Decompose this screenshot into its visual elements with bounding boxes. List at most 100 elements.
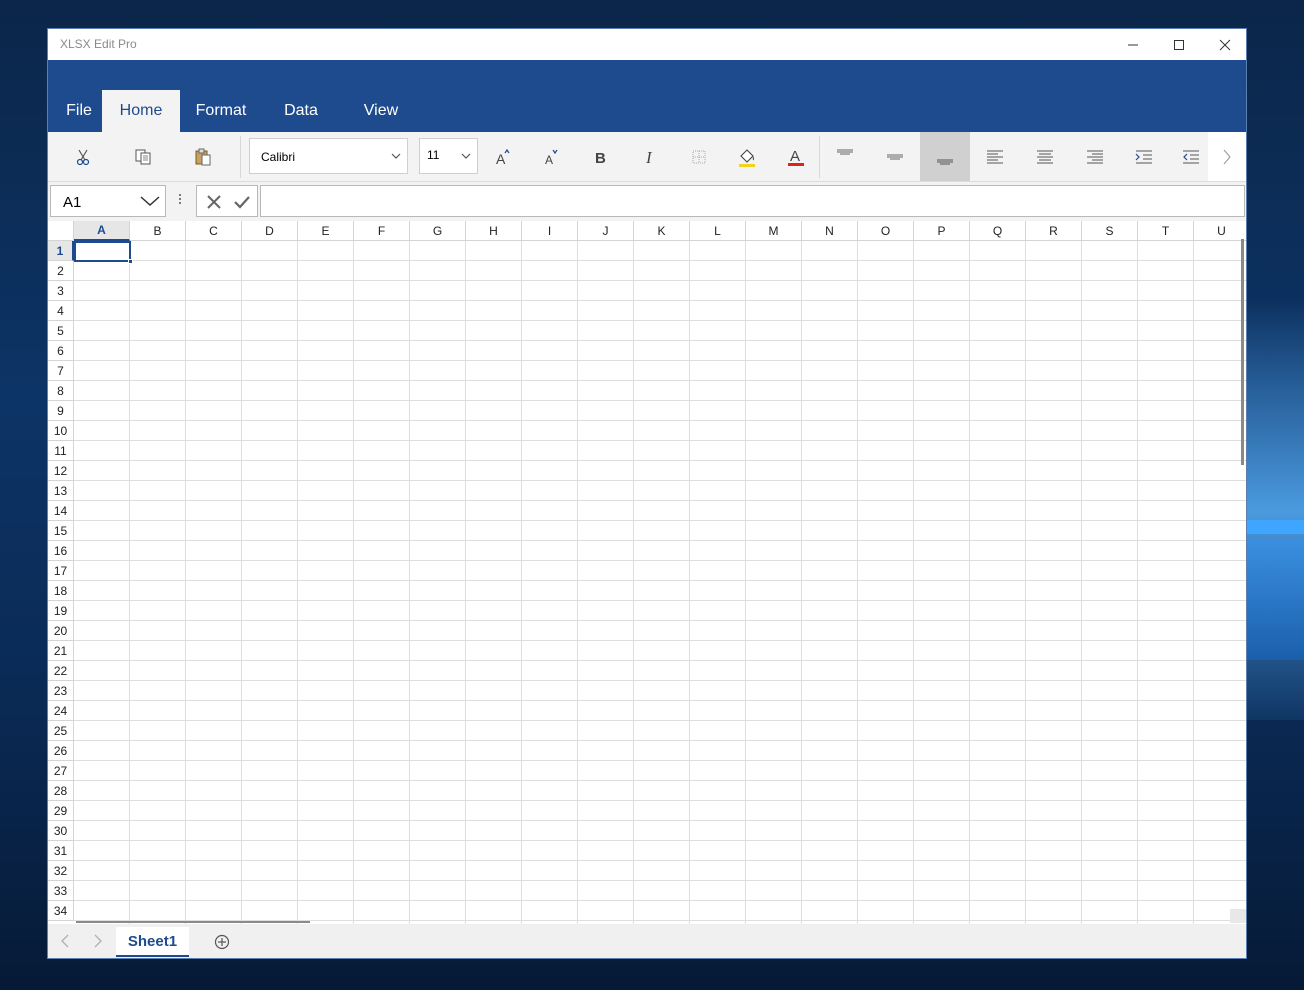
paste-button[interactable] [178, 132, 228, 181]
column-header[interactable]: Q [970, 221, 1026, 241]
row-header[interactable]: 19 [48, 601, 74, 621]
spreadsheet-grid[interactable]: ABCDEFGHIJKLMNOPQRSTU 1 2 3 4 5 6 7 8 9 10 11 12 13 1… [48, 221, 1246, 924]
align-top-button[interactable] [820, 132, 870, 181]
confirm-icon[interactable] [233, 194, 251, 210]
vertical-scrollbar[interactable] [1241, 239, 1244, 465]
select-all-corner[interactable] [48, 221, 74, 241]
formula-actions [196, 185, 258, 217]
column-header[interactable]: P [914, 221, 970, 241]
align-middle-button[interactable] [870, 132, 920, 181]
row-header[interactable]: 3 [48, 281, 74, 301]
row-header[interactable]: 23 [48, 681, 74, 701]
tab-format[interactable]: Format [182, 90, 260, 132]
row-header[interactable]: 9 [48, 401, 74, 421]
decrease-font-button[interactable]: A [526, 132, 576, 181]
row-header[interactable]: 13 [48, 481, 74, 501]
cell-grid[interactable] [74, 241, 1246, 924]
column-header[interactable]: M [746, 221, 802, 241]
tab-view[interactable]: View [342, 90, 420, 132]
column-header[interactable]: I [522, 221, 578, 241]
row-header[interactable]: 14 [48, 501, 74, 521]
column-header[interactable]: C [186, 221, 242, 241]
row-header[interactable]: 31 [48, 841, 74, 861]
column-header[interactable]: L [690, 221, 746, 241]
row-header[interactable]: 6 [48, 341, 74, 361]
row-header[interactable]: 18 [48, 581, 74, 601]
next-sheet-button[interactable] [86, 930, 110, 952]
column-header[interactable]: S [1082, 221, 1138, 241]
row-header[interactable]: 22 [48, 661, 74, 681]
row-header[interactable]: 27 [48, 761, 74, 781]
tab-home[interactable]: Home [102, 90, 180, 132]
column-header[interactable]: N [802, 221, 858, 241]
row-header[interactable]: 1 [48, 241, 74, 261]
align-center-button[interactable] [1020, 132, 1070, 181]
font-color-button[interactable]: A [771, 132, 821, 181]
toolbar-more-button[interactable] [1208, 132, 1246, 181]
sheet-tab-sheet1[interactable]: Sheet1 [116, 927, 189, 957]
row-header[interactable]: 7 [48, 361, 74, 381]
column-header[interactable]: H [466, 221, 522, 241]
minimize-button[interactable] [1110, 29, 1156, 60]
fill-color-button[interactable] [722, 132, 772, 181]
row-header[interactable]: 32 [48, 861, 74, 881]
column-header[interactable]: U [1194, 221, 1246, 241]
tab-file[interactable]: File [56, 90, 102, 132]
column-header[interactable]: A [74, 221, 130, 241]
column-header[interactable]: J [578, 221, 634, 241]
tab-data[interactable]: Data [262, 90, 340, 132]
increase-indent-button[interactable] [1119, 132, 1169, 181]
row-header[interactable]: 28 [48, 781, 74, 801]
maximize-button[interactable] [1156, 29, 1202, 60]
row-header[interactable]: 5 [48, 321, 74, 341]
row-header[interactable]: 4 [48, 301, 74, 321]
align-left-button[interactable] [970, 132, 1020, 181]
column-header[interactable]: T [1138, 221, 1194, 241]
row-header[interactable]: 29 [48, 801, 74, 821]
add-sheet-button[interactable] [211, 931, 233, 953]
italic-button[interactable]: I [625, 132, 675, 181]
increase-font-button[interactable]: A [478, 132, 528, 181]
column-header[interactable]: B [130, 221, 186, 241]
horizontal-scrollbar[interactable] [76, 921, 310, 923]
column-header[interactable]: E [298, 221, 354, 241]
copy-button[interactable] [118, 132, 168, 181]
row-header[interactable]: 17 [48, 561, 74, 581]
row-header[interactable]: 11 [48, 441, 74, 461]
close-button[interactable] [1202, 29, 1246, 60]
cancel-icon[interactable] [206, 194, 222, 210]
row-header[interactable]: 15 [48, 521, 74, 541]
row-header[interactable]: 2 [48, 261, 74, 281]
column-header[interactable]: O [858, 221, 914, 241]
column-header[interactable]: D [242, 221, 298, 241]
name-box[interactable]: A1 [50, 185, 166, 217]
active-cell-a1[interactable] [74, 241, 131, 262]
fill-handle[interactable] [128, 259, 133, 264]
row-header[interactable]: 8 [48, 381, 74, 401]
cut-button[interactable] [58, 132, 108, 181]
column-header[interactable]: G [410, 221, 466, 241]
row-header[interactable]: 26 [48, 741, 74, 761]
align-bottom-button[interactable] [920, 132, 970, 181]
row-header[interactable]: 30 [48, 821, 74, 841]
prev-sheet-button[interactable] [53, 930, 77, 952]
row-header[interactable]: 21 [48, 641, 74, 661]
column-header[interactable]: K [634, 221, 690, 241]
column-header[interactable]: F [354, 221, 410, 241]
formula-input[interactable] [260, 185, 1245, 217]
row-header[interactable]: 34 [48, 901, 74, 921]
column-header[interactable]: R [1026, 221, 1082, 241]
row-header[interactable]: 20 [48, 621, 74, 641]
font-name-select[interactable]: Calibri [249, 138, 408, 174]
row-header[interactable]: 10 [48, 421, 74, 441]
font-size-select[interactable]: 11 [419, 138, 478, 174]
align-right-button[interactable] [1070, 132, 1120, 181]
bold-button[interactable]: B [575, 132, 625, 181]
row-header[interactable]: 33 [48, 881, 74, 901]
row-header[interactable]: 16 [48, 541, 74, 561]
more-dots-icon[interactable] [178, 192, 188, 210]
row-header[interactable]: 25 [48, 721, 74, 741]
row-header[interactable]: 24 [48, 701, 74, 721]
borders-button[interactable] [674, 132, 724, 181]
row-header[interactable]: 12 [48, 461, 74, 481]
